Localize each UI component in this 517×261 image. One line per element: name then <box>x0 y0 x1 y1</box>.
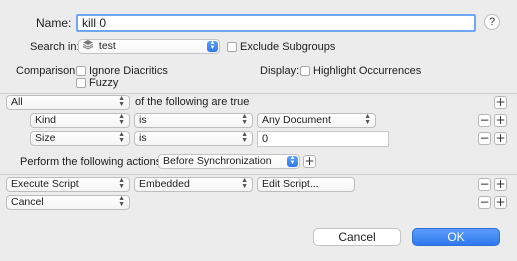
ok-button[interactable]: OK <box>412 228 500 246</box>
condition-operator-value: is <box>139 114 147 126</box>
exclude-subgroups-checkbox[interactable] <box>227 42 237 52</box>
condition-value-text: Any Document <box>262 114 331 126</box>
popup-chevron-icon: ▲ ▼ <box>118 195 125 208</box>
condition-field-popup[interactable]: Kind ▲ ▼ <box>30 113 130 128</box>
popup-chevron-icon: ▲ ▼ <box>241 113 248 126</box>
remove-action-button[interactable]: − <box>478 178 491 191</box>
separator <box>0 93 517 94</box>
fuzzy-label: Fuzzy <box>89 77 119 89</box>
database-icon <box>82 40 94 50</box>
plus-icon: + <box>495 131 506 145</box>
plus-icon: + <box>495 95 506 109</box>
condition-operator-popup[interactable]: is ▲ ▼ <box>134 131 253 146</box>
ok-label: OK <box>447 230 465 244</box>
highlight-occurrences-label: Highlight Occurrences <box>313 65 422 77</box>
display-label: Display: <box>260 65 300 77</box>
script-type-popup[interactable]: Embedded ▲ ▼ <box>134 177 253 192</box>
remove-action-button[interactable]: − <box>478 196 491 209</box>
size-value-input[interactable]: 0 <box>257 131 389 147</box>
popup-stepper-icon: ▲ ▼ <box>287 155 298 167</box>
popup-stepper-icon: ▲ ▼ <box>207 40 218 52</box>
help-button[interactable]: ? <box>484 14 500 30</box>
script-type-value: Embedded <box>139 178 190 190</box>
plus-icon: + <box>495 113 506 127</box>
popup-chevron-icon: ▲ ▼ <box>118 95 125 108</box>
add-condition-button[interactable]: + <box>494 132 507 145</box>
name-input-value: kill 0 <box>82 16 107 30</box>
match-suffix-label: of the following are true <box>135 96 250 108</box>
minus-icon: − <box>479 113 490 127</box>
popup-chevron-icon: ▲ ▼ <box>118 113 125 126</box>
search-in-label: Search in: <box>30 41 80 53</box>
popup-chevron-icon: ▲ ▼ <box>241 177 248 190</box>
remove-condition-button[interactable]: − <box>478 132 491 145</box>
add-condition-button[interactable]: + <box>494 114 507 127</box>
name-label: Name: <box>36 16 72 30</box>
search-in-value: test <box>98 40 116 52</box>
search-in-popup[interactable]: test ▲ ▼ <box>78 39 220 54</box>
perform-actions-label: Perform the following actions: <box>20 156 165 168</box>
size-value-text: 0 <box>262 133 269 145</box>
popup-chevron-icon: ▲ ▼ <box>118 131 125 144</box>
ignore-diacritics-checkbox[interactable] <box>76 66 86 76</box>
action-timing-popup[interactable]: Before Synchronization ▲ ▼ <box>158 154 300 169</box>
popup-chevron-icon: ▲ ▼ <box>364 113 371 126</box>
action-popup[interactable]: Cancel ▲ ▼ <box>6 195 130 210</box>
comparison-label: Comparison: <box>16 65 79 77</box>
popup-chevron-icon: ▲ ▼ <box>118 177 125 190</box>
add-action-button[interactable]: + <box>494 196 507 209</box>
highlight-occurrences-checkbox[interactable] <box>300 66 310 76</box>
minus-icon: − <box>479 131 490 145</box>
name-input[interactable]: kill 0 <box>76 14 476 32</box>
action-timing-value: Before Synchronization <box>163 155 272 167</box>
edit-script-label: Edit Script... <box>262 178 319 190</box>
action-value: Execute Script <box>11 178 79 190</box>
remove-condition-button[interactable]: − <box>478 114 491 127</box>
condition-field-value: Size <box>35 132 56 144</box>
match-all-value: All <box>11 96 23 108</box>
condition-field-popup[interactable]: Size ▲ ▼ <box>30 131 130 146</box>
minus-icon: − <box>479 195 490 209</box>
action-popup[interactable]: Execute Script ▲ ▼ <box>6 177 130 192</box>
cancel-button[interactable]: Cancel <box>313 228 401 246</box>
cancel-label: Cancel <box>338 230 376 244</box>
plus-icon: + <box>304 154 315 168</box>
condition-operator-popup[interactable]: is ▲ ▼ <box>134 113 253 128</box>
exclude-subgroups-label: Exclude Subgroups <box>240 41 336 53</box>
add-action-button[interactable]: + <box>494 178 507 191</box>
condition-operator-value: is <box>139 132 147 144</box>
action-value: Cancel <box>11 196 44 208</box>
help-icon: ? <box>488 16 496 28</box>
fuzzy-checkbox[interactable] <box>76 78 86 88</box>
add-action-button[interactable]: + <box>303 155 316 168</box>
plus-icon: + <box>495 177 506 191</box>
popup-chevron-icon: ▲ ▼ <box>241 131 248 144</box>
minus-icon: − <box>479 177 490 191</box>
edit-script-button[interactable]: Edit Script... <box>257 177 355 192</box>
plus-icon: + <box>495 195 506 209</box>
condition-field-value: Kind <box>35 114 57 126</box>
separator <box>0 174 517 175</box>
add-condition-button[interactable]: + <box>494 96 507 109</box>
condition-value-popup[interactable]: Any Document ▲ ▼ <box>257 113 376 128</box>
match-all-popup[interactable]: All ▲ ▼ <box>6 95 130 110</box>
